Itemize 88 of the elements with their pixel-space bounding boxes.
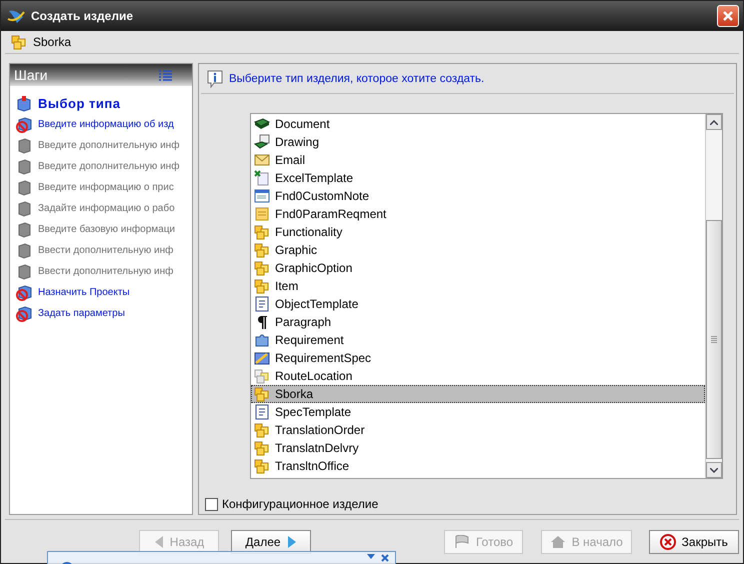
- list-item[interactable]: TransltnOffice: [251, 457, 705, 475]
- cubes-icon: [254, 422, 270, 438]
- step-item: Задайте информацию о рабо: [38, 203, 175, 214]
- step-item[interactable]: Задать параметры: [38, 308, 125, 319]
- spreadsheet-icon: [254, 170, 270, 186]
- up-chevron-icon: [710, 120, 718, 124]
- checkbox[interactable]: [205, 498, 218, 510]
- list-item[interactable]: SpecTemplate: [251, 403, 705, 421]
- list-item[interactable]: Item: [251, 277, 705, 295]
- document-icon: [254, 296, 270, 312]
- step-item: Введите базовую информаци: [38, 224, 176, 235]
- list-item[interactable]: ExcelTemplate: [251, 169, 705, 187]
- step-item: Ввести дополнительную инф: [38, 245, 174, 256]
- box-icon: [16, 96, 32, 112]
- list-item[interactable]: Requirement: [251, 331, 705, 349]
- list-item[interactable]: Functionality: [251, 223, 705, 241]
- puzzle-icon: [254, 332, 270, 348]
- scroll-up-button[interactable]: [706, 114, 722, 130]
- scroll-down-button[interactable]: [706, 462, 722, 478]
- list-item[interactable]: RequirementSpec: [251, 349, 705, 367]
- envelope-icon: [254, 152, 270, 168]
- book-icon: [254, 116, 270, 132]
- cubes-icon: [254, 386, 270, 402]
- list-item[interactable]: ObjectTemplate: [251, 295, 705, 313]
- cubes-icon: [254, 278, 270, 294]
- list-item[interactable]: Fnd0ParamReqment: [251, 205, 705, 223]
- close-icon: [660, 534, 676, 550]
- scroll-thumb[interactable]: [706, 220, 722, 459]
- step-item: Ввести дополнительную инф: [38, 266, 174, 277]
- box-icon: [16, 264, 32, 280]
- down-chevron-icon: [710, 468, 718, 472]
- steps-title: Шаги: [14, 67, 48, 83]
- list-item[interactable]: Paragraph: [251, 313, 705, 331]
- left-arrow-icon: [154, 534, 164, 548]
- window-title: Создать изделие: [31, 9, 134, 23]
- cubes-icon: [254, 458, 270, 474]
- close-icon: [722, 10, 734, 22]
- cubes-icon: [254, 260, 270, 276]
- step-item: Введите дополнительную инф: [38, 161, 180, 172]
- box-icon: [16, 138, 32, 154]
- checkbox-label: Конфигурационное изделие: [222, 497, 378, 511]
- scrollbar[interactable]: [705, 114, 722, 478]
- info-icon: [207, 70, 223, 88]
- step-item[interactable]: Выбор типа: [38, 96, 120, 111]
- list-item[interactable]: Fnd0CustomNote: [251, 187, 705, 205]
- next-button[interactable]: Далее: [231, 530, 311, 554]
- document-icon: [254, 404, 270, 420]
- list-item[interactable]: Document: [251, 115, 705, 133]
- close-icon[interactable]: [381, 554, 389, 562]
- close-button[interactable]: Закрыть: [648, 530, 739, 554]
- cubes-icon: [254, 224, 270, 240]
- note-icon: [254, 188, 270, 204]
- cubes-icon: [254, 440, 270, 456]
- list-icon[interactable]: [159, 70, 172, 80]
- box-icon: [16, 200, 32, 216]
- cubes-icon: [254, 242, 270, 258]
- list-item[interactable]: Drawing: [251, 133, 705, 151]
- close-button[interactable]: [717, 5, 739, 27]
- pencil-icon: [254, 350, 270, 366]
- box-icon: [16, 158, 32, 174]
- drawing-icon: [254, 134, 270, 150]
- list-item[interactable]: Email: [251, 151, 705, 169]
- forbidden-box-icon: [16, 284, 32, 300]
- cubes-icon: [254, 368, 270, 384]
- note-icon: [254, 206, 270, 222]
- house-icon: [550, 534, 566, 548]
- step-item: Введите дополнительную инф: [38, 140, 180, 151]
- dropdown-arrow-icon[interactable]: [367, 554, 375, 560]
- box-icon: [16, 242, 32, 258]
- step-item[interactable]: Назначить Проекты: [38, 287, 130, 298]
- step-item[interactable]: Введите информацию об изд: [38, 119, 174, 130]
- cubes-icon: [11, 34, 27, 50]
- list-item[interactable]: Sborka: [251, 385, 705, 403]
- list-item[interactable]: RouteLocation: [251, 367, 705, 385]
- step-item: Введите информацию о прис: [38, 182, 174, 193]
- box-icon: [16, 180, 32, 196]
- context-label: Sborka: [33, 35, 72, 49]
- list-item[interactable]: TranslatnDelvry: [251, 439, 705, 457]
- right-arrow-icon: [286, 534, 297, 548]
- grip-icon: [711, 336, 717, 343]
- flag-icon: [454, 534, 470, 548]
- list-item[interactable]: TranslationOrder: [251, 421, 705, 439]
- forbidden-box-icon: [16, 306, 32, 322]
- forbidden-box-icon: [16, 116, 32, 132]
- box-icon: [16, 222, 32, 238]
- list-item[interactable]: Graphic: [251, 241, 705, 259]
- list-item[interactable]: GraphicOption: [251, 259, 705, 277]
- hint-text: Выберите тип изделия, которое хотите создать.: [229, 72, 484, 84]
